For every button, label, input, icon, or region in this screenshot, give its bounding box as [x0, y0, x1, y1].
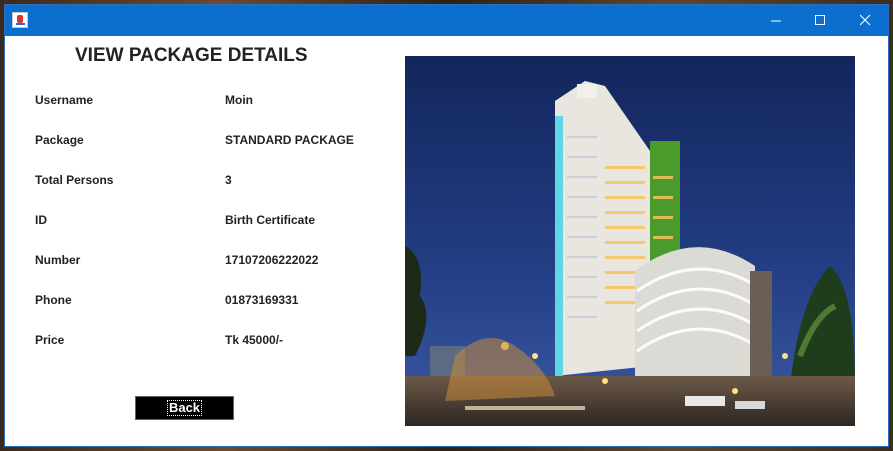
- phone-label: Phone: [35, 293, 72, 307]
- minimize-icon: [770, 20, 781, 22]
- title-bar[interactable]: [5, 5, 888, 36]
- back-button-label: Back: [166, 400, 203, 416]
- username-value: Moin: [225, 93, 253, 107]
- java-app-icon: [12, 12, 28, 28]
- content-panel: VIEW PACKAGE DETAILS Username Moin Packa…: [5, 36, 888, 446]
- total-persons-label: Total Persons: [35, 173, 114, 187]
- minimize-button[interactable]: [753, 5, 799, 36]
- close-button[interactable]: [842, 5, 888, 36]
- price-label: Price: [35, 333, 65, 347]
- maximize-button[interactable]: [797, 5, 843, 36]
- close-icon: [859, 15, 870, 26]
- id-label: ID: [35, 213, 47, 227]
- maximize-icon: [814, 15, 825, 25]
- id-value: Birth Certificate: [225, 213, 316, 227]
- number-label: Number: [35, 253, 81, 267]
- total-persons-value: 3: [225, 173, 232, 187]
- app-window: VIEW PACKAGE DETAILS Username Moin Packa…: [4, 4, 889, 447]
- page-title: VIEW PACKAGE DETAILS: [75, 45, 308, 66]
- number-value: 17107206222022: [225, 253, 319, 267]
- username-label: Username: [35, 93, 94, 107]
- package-label: Package: [35, 133, 84, 147]
- hotel-photo: [405, 56, 855, 426]
- package-value: STANDARD PACKAGE: [225, 133, 354, 147]
- back-button[interactable]: Back: [135, 396, 234, 420]
- phone-value: 01873169331: [225, 293, 299, 307]
- price-value: Tk 45000/-: [225, 333, 284, 347]
